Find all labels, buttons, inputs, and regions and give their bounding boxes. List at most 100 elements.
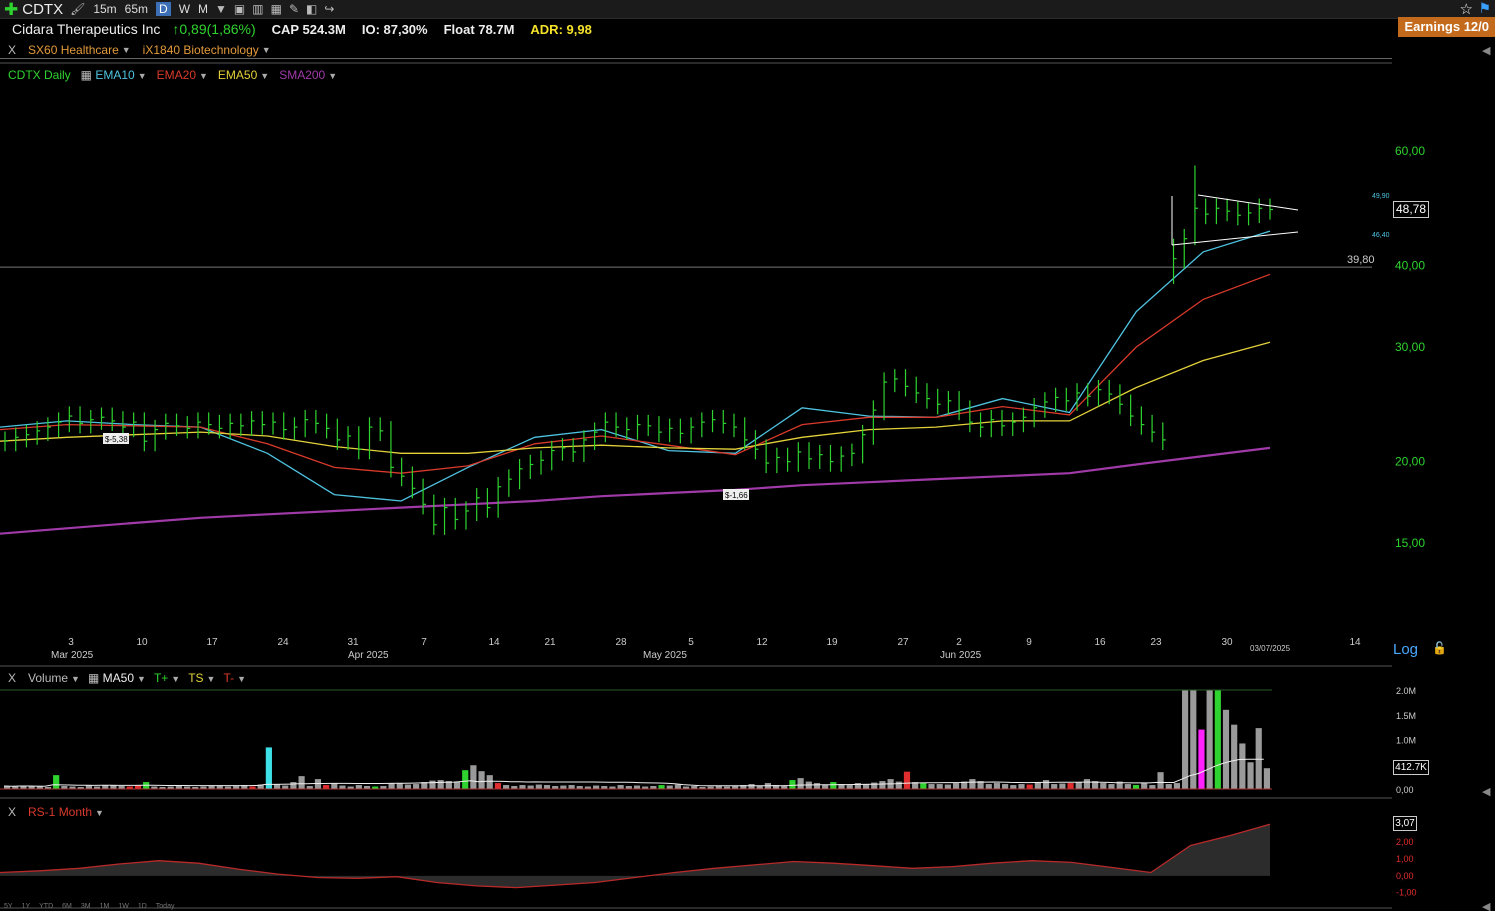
volume-bar [1198,729,1205,789]
volume-bar [633,785,641,789]
volume-bar [85,785,92,789]
volume-bar [1222,709,1230,789]
chevron-down-icon[interactable]: ▼ [71,674,80,684]
x-tick-label: 16 [1094,637,1106,648]
x-tick-label: 24 [277,637,289,648]
volume-bar [1255,728,1262,789]
legend-rs-1-month[interactable]: RS-1 Month ▼ [28,805,104,819]
legend-tplus[interactable]: T+ ▼ [154,671,180,685]
chart-canvas[interactable]: 60,0040,0030,0020,0015,0039,8049,9046,40… [0,0,1495,911]
rs-y-tick: -1,00 [1396,888,1417,898]
volume-bar [1231,724,1238,789]
volume-bar [993,783,1001,789]
volume-bar [355,785,362,789]
ma-line-sma200 [0,446,1271,535]
x-tick-label: 3 [68,637,74,648]
volume-bar [568,785,575,789]
volume-bar [429,780,436,789]
volume-legend: X Volume ▼ ▦ MA50 ▼ T+ ▼ TS ▼ T- ▼ [8,671,246,685]
legend-ts-label: TS [188,671,204,685]
volume-bar [1214,690,1221,789]
volume-bar [560,785,567,789]
earnings-annotation: $-5,38 [105,435,128,444]
x-tick-label: 2 [956,637,962,648]
legend-tminus[interactable]: T- ▼ [223,671,246,685]
range-5y[interactable]: 5Y [4,903,13,910]
volume-bar [666,785,673,789]
close-volume-button[interactable]: X [8,671,16,685]
volume-bar [920,783,927,789]
lock-icon[interactable]: 🔓 [1432,641,1447,655]
legend-tminus-label: T- [223,671,235,685]
volume-bar [895,781,902,789]
range-1m[interactable]: 1M [100,903,110,910]
volume-bar [453,781,461,789]
volume-bar [314,779,322,789]
x-tick-label: 12 [756,637,768,648]
horizontal-level-label: 39,80 [1347,254,1375,266]
scroll-right-icon[interactable]: ◀ [1482,900,1490,911]
volume-bar [282,785,289,789]
volume-bar [1059,783,1066,789]
volume-bar [478,771,485,789]
x-tick-label: 27 [897,637,909,648]
volume-y-tick: 1.0M [1396,736,1416,746]
volume-bar [1182,690,1189,789]
scroll-right-icon[interactable]: ◀ [1482,785,1490,798]
volume-ma50-line [3,758,1264,787]
chevron-down-icon[interactable]: ▼ [95,808,104,818]
ma-line-ema20 [0,273,1271,474]
range-1y[interactable]: 1Y [22,903,31,910]
last-volume-tag: 412.7K [1393,760,1429,775]
pennant-top-label: 49,90 [1372,193,1390,200]
close-rs-button[interactable]: X [8,805,16,819]
x-tick-label: 5 [688,637,694,648]
rs-legend: X RS-1 Month ▼ [8,805,104,819]
y-tick-label: 20,00 [1395,455,1425,469]
legend-ts[interactable]: TS ▼ [188,671,215,685]
volume-bar [1083,779,1091,789]
legend-volume[interactable]: Volume ▼ [28,671,80,685]
scroll-right-icon[interactable]: ◀ [1482,44,1490,57]
settings-grid-icon[interactable]: ▦ [88,671,99,685]
volume-bar [413,784,420,789]
volume-bar [674,784,681,789]
volume-bar [503,785,510,789]
chevron-down-icon[interactable]: ▼ [171,674,180,684]
volume-bar [519,785,526,789]
range-3m[interactable]: 3M [81,903,91,910]
volume-bar [53,775,60,789]
range-1d[interactable]: 1D [138,903,147,910]
ma-line-ema10 [0,230,1271,502]
range-ytd[interactable]: YTD [39,903,53,910]
y-tick-label: 60,00 [1395,144,1425,158]
volume-bar [1206,690,1213,789]
log-scale-toggle[interactable]: Log [1393,641,1418,658]
volume-bar [290,782,297,789]
last-rs-tag: 3,07 [1393,816,1417,831]
volume-bar [1010,785,1017,789]
x-tick-label: 14 [488,637,500,648]
volume-bar [944,784,951,789]
volume-bar [396,783,403,789]
legend-ma50[interactable]: ▦ MA50 ▼ [88,671,146,685]
pennant-line [1171,231,1299,246]
bottom-timeframe-bar: 5Y 1Y YTD 6M 3M 1M 1W 1D Today [4,903,183,910]
rs-y-tick: 2,00 [1396,837,1414,847]
chevron-down-icon[interactable]: ▼ [137,674,146,684]
x-tick-label: 30 [1221,637,1233,648]
range-6m[interactable]: 6M [62,903,72,910]
rs-line [0,823,1271,889]
volume-bar [298,776,305,789]
volume-bar [658,785,665,789]
volume-y-tick: 1.5M [1396,711,1416,721]
volume-bar [985,784,992,789]
volume-bar [1018,784,1025,789]
range-1w[interactable]: 1W [118,903,129,910]
x-tick-label: 28 [615,637,627,648]
range-today[interactable]: Today [156,903,175,910]
chevron-down-icon[interactable]: ▼ [237,674,246,684]
chevron-down-icon[interactable]: ▼ [207,674,216,684]
y-tick-label: 40,00 [1395,259,1425,273]
x-date-end-label: 03/07/2025 [1250,644,1291,653]
